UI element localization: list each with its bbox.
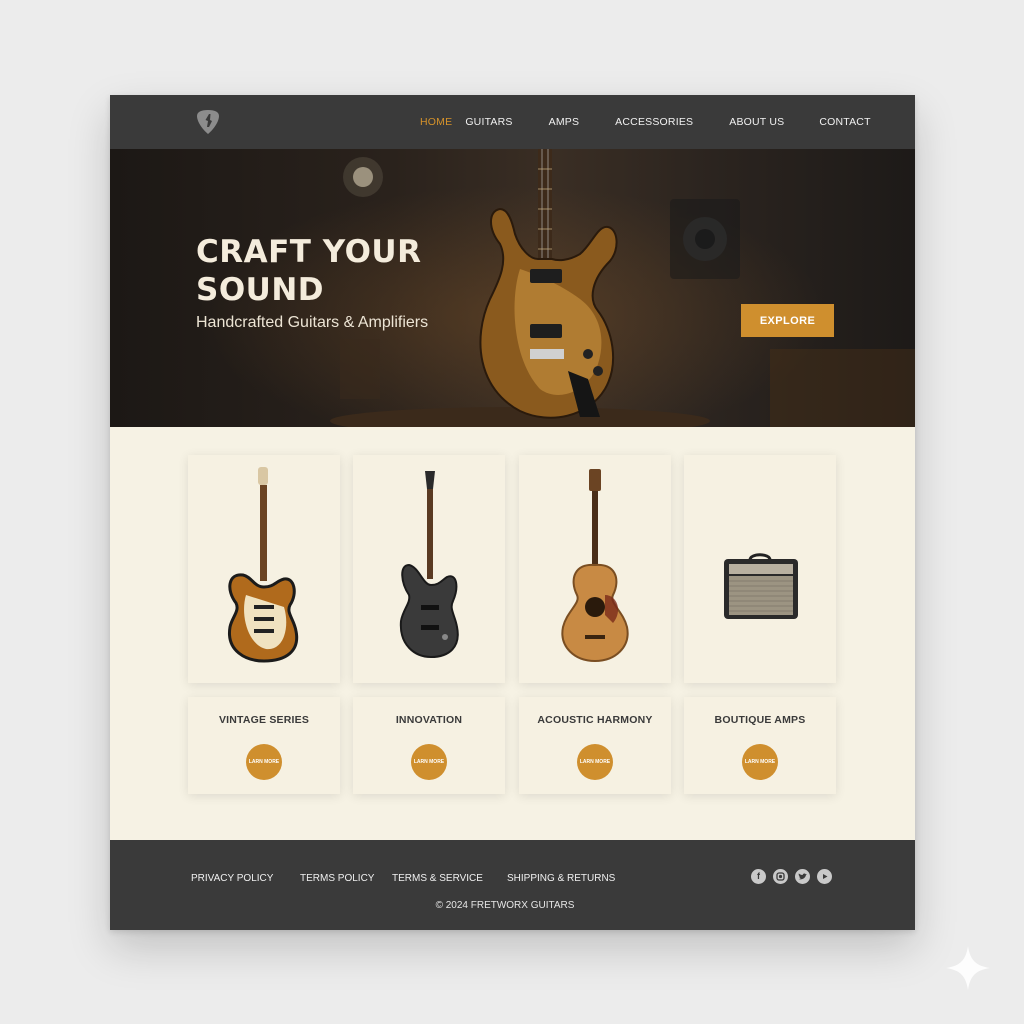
twitter-icon[interactable]: [795, 869, 810, 884]
hero-banner: CRAFT YOUR SOUND Handcrafted Guitars & A…: [110, 149, 915, 427]
product-card-image-acoustic[interactable]: [519, 455, 671, 683]
nav-amps[interactable]: AMPS: [549, 116, 580, 128]
nav-contact[interactable]: CONTACT: [819, 116, 870, 128]
nav-accessories[interactable]: ACCESSORIES: [615, 116, 693, 128]
product-card-innovation: INNOVATION LARN MORE: [353, 697, 505, 794]
guitar-amp-icon: [724, 553, 798, 619]
hero-subtitle: Handcrafted Guitars & Amplifiers: [196, 314, 429, 331]
sunburst-electric-guitar-icon: [228, 467, 299, 663]
sparkle-icon: [946, 946, 990, 990]
learn-more-button[interactable]: LARN MORE: [577, 744, 613, 780]
learn-more-button[interactable]: LARN MORE: [246, 744, 282, 780]
youtube-icon[interactable]: [817, 869, 832, 884]
footer-link-privacy-policy[interactable]: PRIVACY POLICY: [191, 873, 273, 884]
hero-title: CRAFT YOUR SOUND: [196, 234, 422, 308]
webpage: HOME GUITARS AMPS ACCESSORIES ABOUT US C…: [110, 95, 915, 930]
product-card-image-amps[interactable]: [684, 455, 836, 683]
nav-guitars[interactable]: GUITARS: [465, 116, 512, 128]
footer: PRIVACY POLICY TERMS POLICY TERMS & SERV…: [110, 840, 915, 930]
learn-more-button[interactable]: LARN MORE: [742, 744, 778, 780]
product-title: BOUTIQUE AMPS: [714, 714, 806, 726]
nav-home[interactable]: HOME: [420, 116, 452, 128]
product-title: VINTAGE SERIES: [218, 714, 310, 726]
product-card-image-vintage[interactable]: [188, 455, 340, 683]
product-title: ACOUSTIC HARMONY: [537, 714, 653, 726]
learn-more-button[interactable]: LARN MORE: [411, 744, 447, 780]
guitar-pick-icon[interactable]: [196, 109, 220, 135]
footer-link-shipping-returns[interactable]: SHIPPING & RETURNS: [507, 873, 615, 884]
explore-button[interactable]: EXPLORE: [741, 304, 834, 337]
product-card-amps: BOUTIQUE AMPS LARN MORE: [684, 697, 836, 794]
instagram-icon[interactable]: [773, 869, 788, 884]
black-electric-guitar-icon: [399, 471, 459, 659]
top-navbar: HOME GUITARS AMPS ACCESSORIES ABOUT US C…: [110, 95, 915, 149]
product-title: INNOVATION: [395, 714, 463, 726]
acoustic-guitar-icon: [561, 469, 629, 663]
copyright-text: © 2024 FRETWORX GUITARS: [435, 900, 575, 911]
facebook-icon[interactable]: f: [751, 869, 766, 884]
nav-about-us[interactable]: ABOUT US: [729, 116, 784, 128]
product-card-vintage: VINTAGE SERIES LARN MORE: [188, 697, 340, 794]
product-card-image-innovation[interactable]: [353, 455, 505, 683]
product-card-acoustic: ACOUSTIC HARMONY LARN MORE: [519, 697, 671, 794]
footer-link-terms-service[interactable]: TERMS & SERVICE: [392, 873, 483, 884]
nav-links: HOME GUITARS AMPS ACCESSORIES ABOUT US C…: [420, 95, 871, 149]
footer-link-terms-policy[interactable]: TERMS POLICY: [300, 873, 374, 884]
